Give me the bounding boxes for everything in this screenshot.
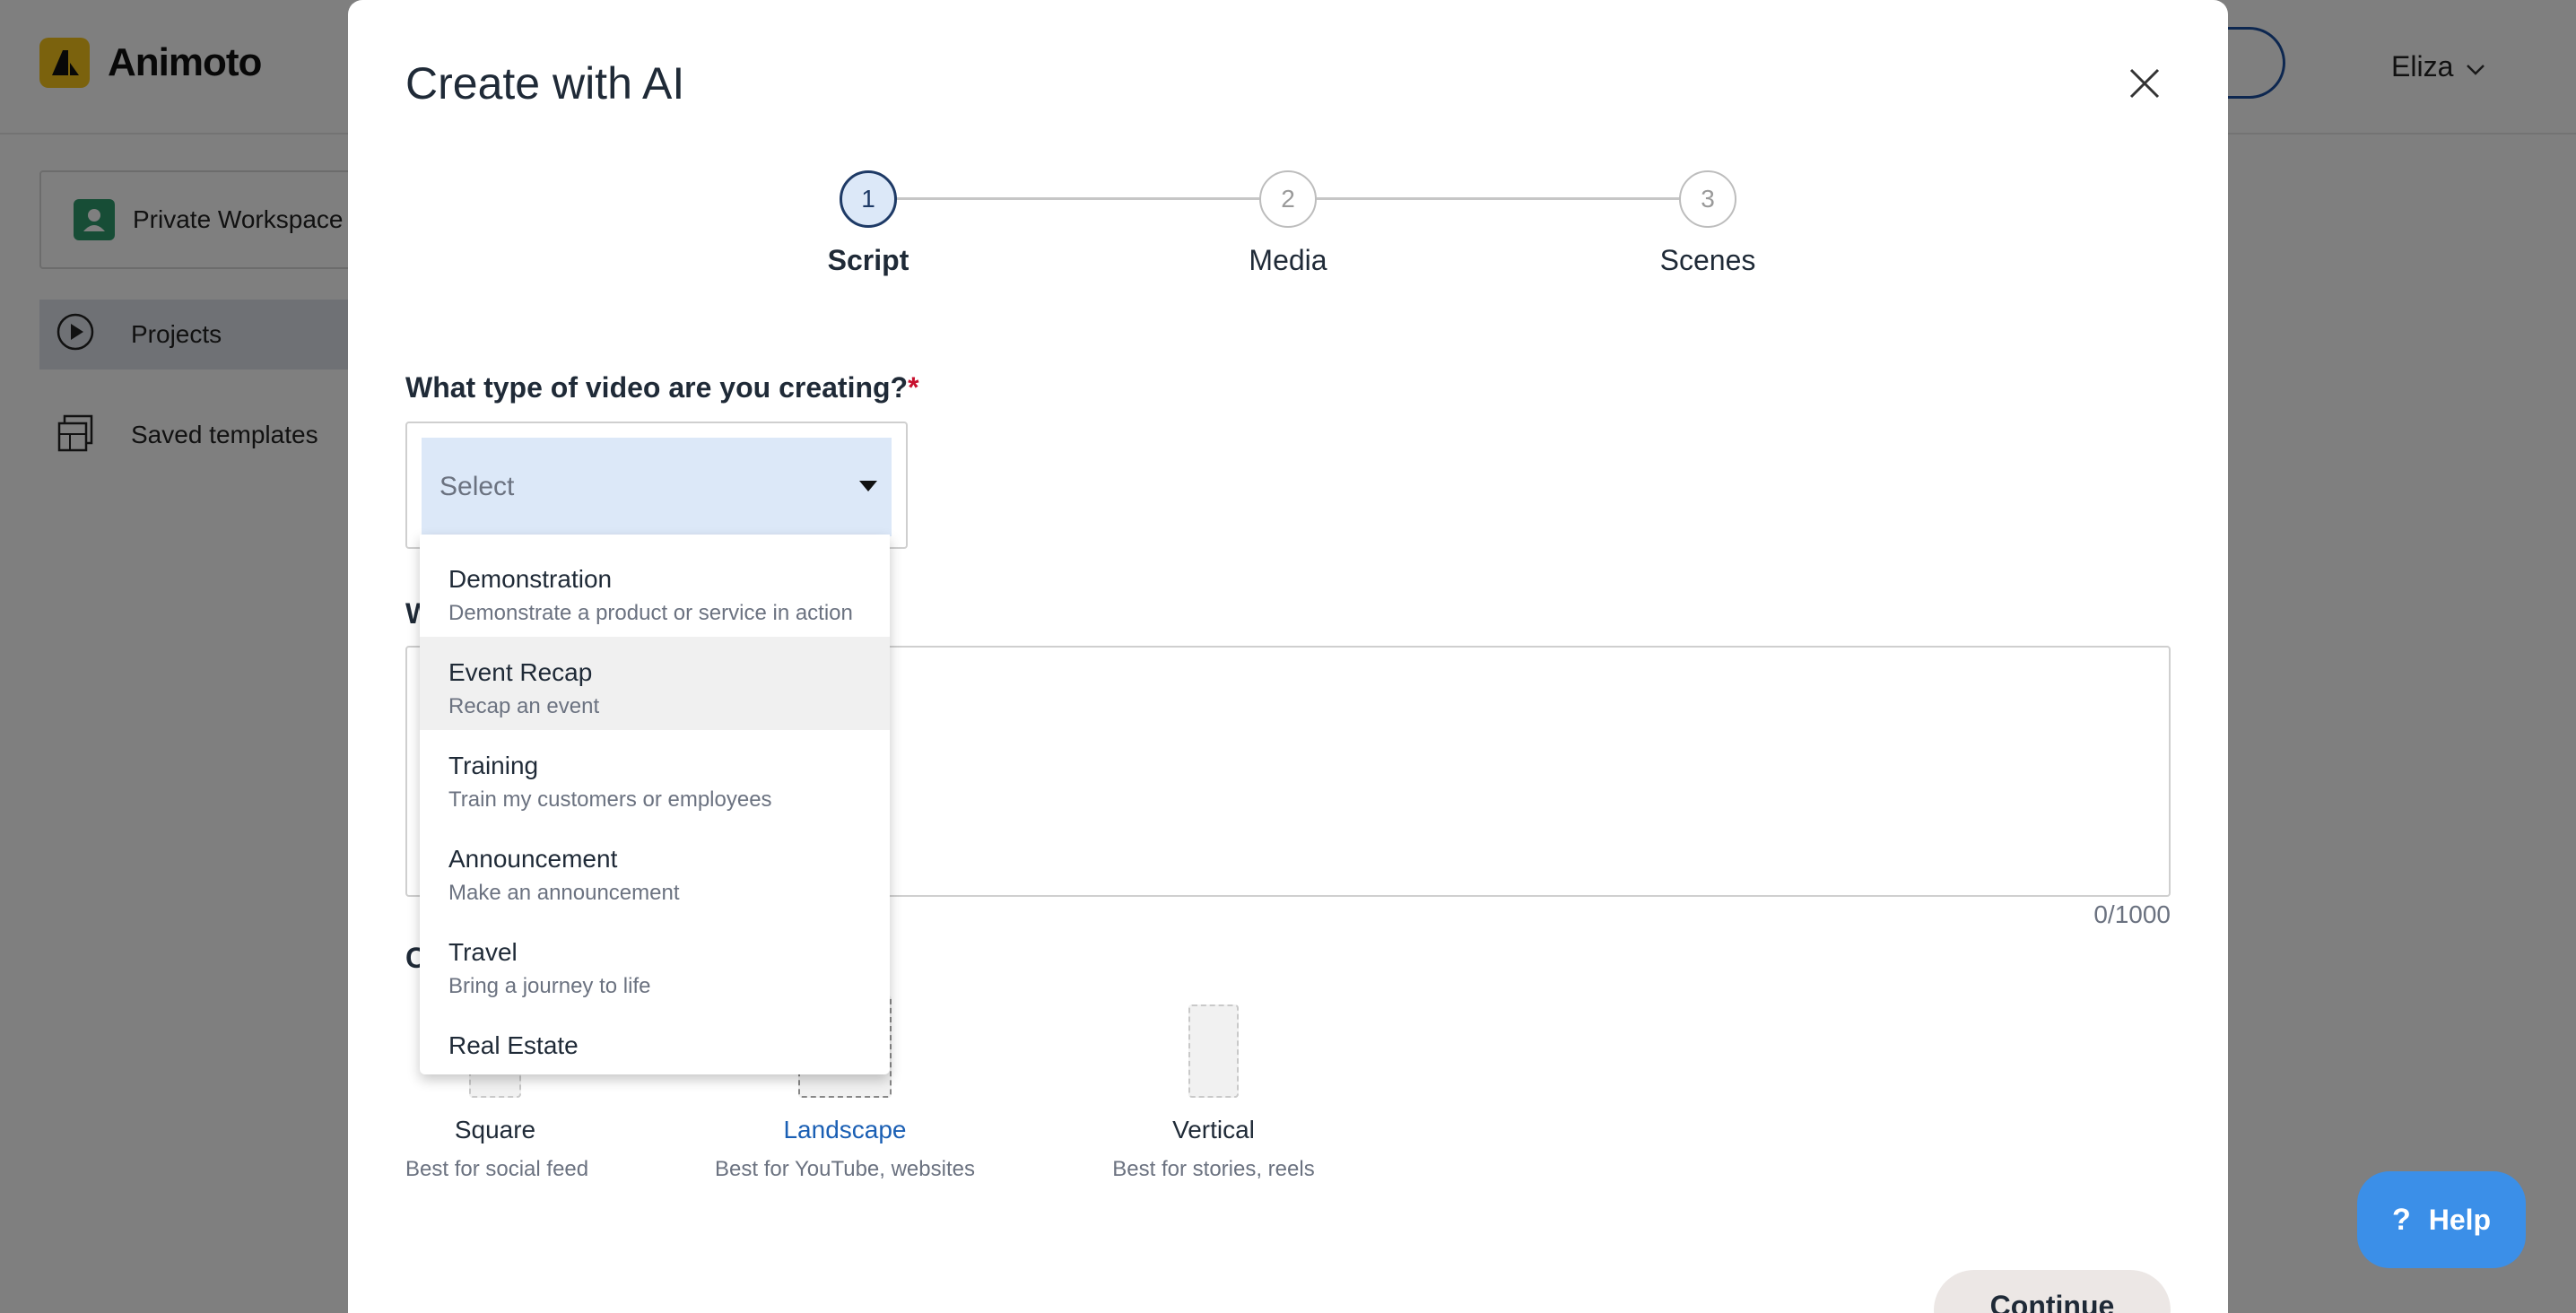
option-title: Training (448, 752, 539, 779)
option-title: Announcement (448, 845, 618, 873)
dropdown-option-real-estate[interactable]: Real Estate (420, 1010, 890, 1074)
question-mark-icon: ? (2391, 1202, 2411, 1237)
dropdown-option-event-recap[interactable]: Event Recap Recap an event (420, 637, 890, 730)
option-title: Event Recap (448, 658, 593, 686)
dropdown-option-demonstration[interactable]: Demonstration Demonstrate a product or s… (420, 543, 890, 637)
close-icon[interactable] (2124, 63, 2165, 104)
continue-button[interactable]: Continue (1934, 1270, 2171, 1313)
dropdown-option-announcement[interactable]: Announcement Make an announcement (420, 823, 890, 917)
vertical-shape-icon (1188, 1004, 1239, 1098)
scrolled-item-remnant (420, 535, 890, 543)
aspect-desc: Best for stories, reels (1112, 1157, 1315, 1181)
step-number: 3 (1679, 170, 1736, 228)
option-title: Demonstration (448, 565, 613, 593)
option-title: Real Estate (448, 1031, 579, 1059)
dropdown-option-travel[interactable]: Travel Bring a journey to life (420, 917, 890, 1010)
option-desc: Make an announcement (448, 881, 680, 905)
help-label: Help (2428, 1203, 2492, 1236)
option-desc: Recap an event (448, 694, 600, 718)
step-label: Media (1249, 244, 1327, 276)
step-number: 2 (1259, 170, 1317, 228)
video-type-dropdown: Demonstration Demonstrate a product or s… (420, 535, 890, 1074)
character-count: 0/1000 (2093, 900, 2171, 928)
option-title: Travel (448, 938, 518, 966)
step-label: Script (827, 244, 909, 276)
step-label: Scenes (1659, 244, 1756, 276)
video-type-label: What type of video are you creating?* (405, 371, 919, 404)
help-button[interactable]: ? Help (2357, 1171, 2526, 1268)
stepper: 1 Script 2 Media 3 Scenes (348, 170, 2228, 296)
step-script: 1 Script (779, 170, 958, 277)
aspect-name: Square (454, 1116, 536, 1143)
aspect-desc: Best for social feed (405, 1157, 589, 1181)
modal-title: Create with AI (405, 58, 685, 109)
select-placeholder: Select (439, 472, 515, 501)
caret-down-icon (859, 481, 877, 491)
step-scenes: 3 Scenes (1618, 170, 1797, 277)
option-desc: Demonstrate a product or service in acti… (448, 601, 853, 625)
video-type-label-text: What type of video are you creating? (405, 371, 909, 404)
video-type-select-wrapper: Select (405, 422, 908, 549)
dropdown-option-training[interactable]: Training Train my customers or employees (420, 730, 890, 823)
aspect-name: Landscape (783, 1116, 907, 1143)
create-with-ai-modal: Create with AI 1 Script 2 Media 3 Scenes… (348, 0, 2228, 1313)
aspect-desc: Best for YouTube, websites (715, 1157, 975, 1181)
option-desc: Train my customers or employees (448, 787, 772, 812)
aspect-name: Vertical (1172, 1116, 1255, 1143)
step-number: 1 (840, 170, 897, 228)
video-type-select[interactable]: Select (422, 438, 892, 536)
required-mark: * (908, 371, 919, 404)
aspect-option-vertical[interactable]: Vertical Best for stories, reels (1092, 996, 1335, 1182)
step-media: 2 Media (1198, 170, 1378, 277)
option-desc: Bring a journey to life (448, 974, 651, 998)
